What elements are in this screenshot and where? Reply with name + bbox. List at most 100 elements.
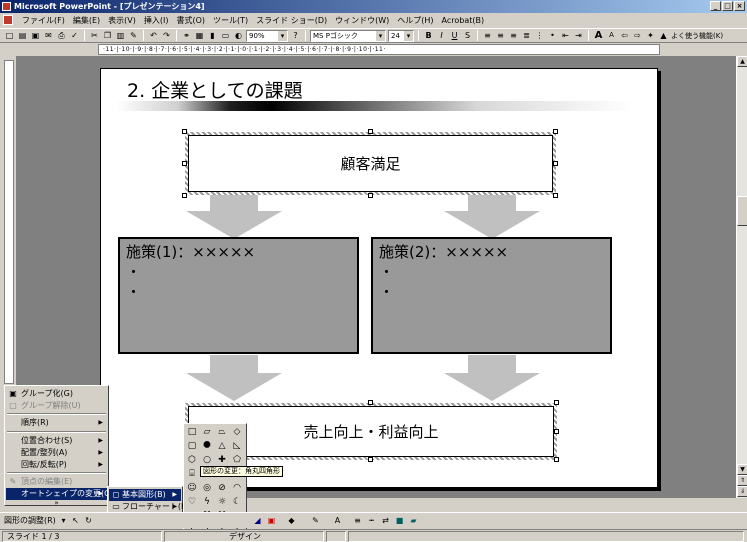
menu-insert[interactable]: 挿入(I) <box>140 13 173 28</box>
diamond-shape-icon[interactable]: ◇ <box>230 426 244 439</box>
smiley-shape-icon[interactable]: ☺ <box>185 482 199 495</box>
no-symbol-shape-icon[interactable]: ⊘ <box>215 482 229 495</box>
menu-item-group[interactable]: ▣ グループ化(G) <box>6 388 107 400</box>
draw-menu-arrow-icon[interactable]: ▾ <box>58 515 69 526</box>
resize-handle[interactable] <box>182 161 187 166</box>
table-icon[interactable]: ▦ <box>194 30 205 41</box>
minimize-button[interactable]: _ <box>710 1 721 11</box>
heart-shape-icon[interactable]: ♡ <box>185 496 199 509</box>
shadow-button[interactable]: S <box>462 30 473 41</box>
common-tasks-icon[interactable]: ▲ <box>658 30 669 41</box>
draw-menu-button[interactable]: 図形の調整(R) <box>4 514 56 527</box>
print-icon[interactable]: ⎙ <box>56 30 67 41</box>
arrow-down-shape[interactable] <box>186 195 282 239</box>
resize-handle[interactable] <box>553 129 558 134</box>
powerpoint-app-icon[interactable] <box>2 2 11 11</box>
scroll-thumb[interactable] <box>737 196 747 226</box>
menu-window[interactable]: ウィンドウ(W) <box>331 13 393 28</box>
font-grow-button[interactable]: A <box>593 30 604 41</box>
customer-satisfaction-box[interactable]: 顧客満足 <box>188 135 553 192</box>
shadow-style-icon[interactable]: ■ <box>394 515 405 526</box>
hyperlink-icon[interactable]: ⚭ <box>181 30 192 41</box>
maximize-button[interactable]: □ <box>722 1 733 11</box>
right-triangle-shape-icon[interactable]: ◺ <box>230 440 244 453</box>
align-left-icon[interactable]: ≡ <box>482 30 493 41</box>
undo-icon[interactable]: ↶ <box>148 30 159 41</box>
spellcheck-icon[interactable]: ✓ <box>69 30 80 41</box>
menu-item-ungroup[interactable]: ▢ グループ解除(U) <box>6 400 107 412</box>
select-objects-icon[interactable]: ↖ <box>70 515 81 526</box>
zoom-combo[interactable]: 90% <box>246 29 288 42</box>
dash-style-icon[interactable]: ┅ <box>366 515 377 526</box>
italic-button[interactable]: I <box>436 30 447 41</box>
redo-icon[interactable]: ↷ <box>161 30 172 41</box>
format-painter-icon[interactable]: ✎ <box>128 30 139 41</box>
measure-2-box[interactable]: 施策(2)：××××× ・ ・ <box>371 237 612 354</box>
hexagon-shape-icon[interactable]: ⬡ <box>185 454 199 467</box>
document-icon[interactable] <box>3 15 13 25</box>
line-style-icon[interactable]: ≡ <box>352 515 363 526</box>
resize-handle[interactable] <box>553 161 558 166</box>
arrow-style-icon[interactable]: ⇄ <box>380 515 391 526</box>
arrow-down-shape[interactable] <box>444 355 540 401</box>
font-color-icon[interactable]: A <box>332 515 343 526</box>
paste-icon[interactable]: ▥ <box>115 30 126 41</box>
align-center-icon[interactable]: ≡ <box>495 30 506 41</box>
menu-tools[interactable]: ツール(T) <box>209 13 252 28</box>
bold-button[interactable]: B <box>423 30 434 41</box>
demote-icon[interactable]: ⇨ <box>632 30 643 41</box>
scroll-down-icon[interactable]: ▼ <box>737 464 747 475</box>
slide-title[interactable]: 2. 企業としての課題 <box>127 76 303 103</box>
indent-decrease-icon[interactable]: ⇤ <box>560 30 571 41</box>
help-icon[interactable]: ? <box>290 30 301 41</box>
next-slide-icon[interactable]: ⇓ <box>737 486 747 497</box>
menu-item-edit-points[interactable]: ✎ 頂点の編集(E) <box>6 476 107 488</box>
moon-shape-icon[interactable]: ☾ <box>230 496 244 509</box>
menu-item-align[interactable]: 位置合わせ(S) ▶ <box>6 435 107 447</box>
font-size-combo[interactable]: 24 <box>388 29 414 42</box>
animation-icon[interactable]: ✦ <box>645 30 656 41</box>
line-color-icon[interactable]: ✎ <box>310 515 321 526</box>
lightning-shape-icon[interactable]: ϟ <box>200 496 214 509</box>
cut-icon[interactable]: ✂ <box>89 30 100 41</box>
menu-item-rotate[interactable]: 回転/反転(P) ▶ <box>6 459 107 471</box>
free-rotate-icon[interactable]: ↻ <box>83 515 94 526</box>
cylinder-shape-icon[interactable]: ⌸ <box>185 468 199 481</box>
copy-icon[interactable]: ❐ <box>102 30 113 41</box>
parallelogram-shape-icon[interactable]: ▱ <box>200 426 214 439</box>
menu-view[interactable]: 表示(V) <box>104 13 140 28</box>
trapezoid-shape-icon[interactable]: ⏢ <box>215 426 229 439</box>
resize-handle[interactable] <box>553 193 558 198</box>
measure-1-box[interactable]: 施策(1)：××××× ・ ・ <box>118 237 359 354</box>
3d-effect-icon[interactable]: ▰ <box>408 515 419 526</box>
indent-increase-icon[interactable]: ⇥ <box>573 30 584 41</box>
font-combo[interactable]: MS Pゴシック <box>310 29 386 42</box>
resize-handle[interactable] <box>368 457 373 462</box>
rectangle-shape-icon[interactable]: □ <box>185 426 199 439</box>
menu-file[interactable]: ファイル(F) <box>18 13 69 28</box>
underline-button[interactable]: U <box>449 30 460 41</box>
common-tasks-button[interactable]: よく使う機能(K) <box>671 31 723 41</box>
promote-icon[interactable]: ⇦ <box>619 30 630 41</box>
numbering-icon[interactable]: ⋮ <box>534 30 545 41</box>
rounded-rectangle-shape-icon[interactable]: ▢ <box>185 440 199 453</box>
scroll-up-icon[interactable]: ▲ <box>737 56 747 67</box>
donut-shape-icon[interactable]: ◎ <box>200 482 214 495</box>
arc-shape-icon[interactable]: ◠ <box>230 482 244 495</box>
menu-expand-button[interactable]: » <box>6 500 107 507</box>
resize-handle[interactable] <box>368 400 373 405</box>
new-slide-icon[interactable]: ▭ <box>220 30 231 41</box>
spellcheck-status-icon[interactable] <box>326 531 346 542</box>
menu-edit[interactable]: 編集(E) <box>69 13 104 28</box>
close-button[interactable]: × <box>734 1 745 11</box>
menu-acrobat[interactable]: Acrobat(B) <box>438 13 489 28</box>
3d-style-icon[interactable]: ◢ <box>252 515 263 526</box>
resize-handle[interactable] <box>368 193 373 198</box>
menu-slideshow[interactable]: スライド ショー(D) <box>252 13 331 28</box>
resize-handle[interactable] <box>554 429 559 434</box>
resize-handle[interactable] <box>554 457 559 462</box>
prev-slide-icon[interactable]: ⇑ <box>737 475 747 486</box>
submenu-basic-shapes[interactable]: ◻ 基本図形(B) ▶ <box>109 489 181 501</box>
octagon-shape-icon[interactable]: ⯃ <box>200 440 214 453</box>
save-icon[interactable]: ▣ <box>30 30 41 41</box>
